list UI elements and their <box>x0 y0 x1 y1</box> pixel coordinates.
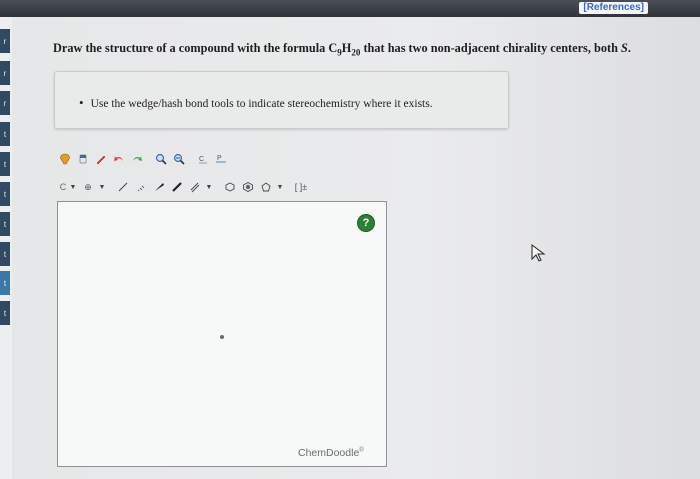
main-content: Draw the structure of a compound with th… <box>12 17 700 479</box>
references-link[interactable]: [References] <box>579 2 648 14</box>
cyclopentane-ring-icon[interactable] <box>258 179 274 195</box>
cyclopropane-ring-icon[interactable] <box>222 179 238 195</box>
nav-tab-8[interactable]: t <box>0 242 10 266</box>
instruction-box: • Use the wedge/hash bond tools to indica… <box>54 71 509 129</box>
nav-tab-4[interactable]: t <box>0 122 10 146</box>
undo-icon[interactable] <box>111 151 127 167</box>
bullet: • <box>79 95 84 110</box>
clean-icon[interactable]: C <box>195 151 211 167</box>
chevron-down-icon[interactable]: ▼ <box>276 183 284 191</box>
question-prefix: Draw the structure of a compound with th… <box>53 41 338 55</box>
mouse-cursor-icon <box>531 244 546 262</box>
registered-mark: ® <box>359 447 364 454</box>
svg-text:C: C <box>199 156 204 163</box>
nav-tab-2[interactable]: r <box>0 61 10 85</box>
zoom-out-icon[interactable] <box>171 151 187 167</box>
chevron-down-icon[interactable]: ▼ <box>69 183 77 191</box>
eraser-icon[interactable] <box>75 151 91 167</box>
nav-tab-10[interactable]: t <box>0 301 10 325</box>
nav-tab-1[interactable]: r <box>0 29 10 53</box>
brand-name: ChemDoodle <box>298 447 360 459</box>
pencil-icon[interactable] <box>93 151 109 167</box>
question-end: . <box>627 41 631 55</box>
instruction-text: Use the wedge/hash bond tools to indicat… <box>90 98 433 110</box>
canvas-center-dot <box>220 335 224 339</box>
nav-tab-3[interactable]: r <box>0 91 10 115</box>
chemdoodle-brand: ChemDoodle® <box>298 447 364 459</box>
hash-bond-icon[interactable] <box>133 179 149 195</box>
chevron-down-icon[interactable]: ▼ <box>98 183 106 191</box>
redo-icon[interactable] <box>129 151 145 167</box>
nav-tab-5[interactable]: t <box>0 152 10 176</box>
zoom-in-icon[interactable] <box>153 151 169 167</box>
formula-hydrogen: H <box>341 41 352 55</box>
instruction-item: • Use the wedge/hash bond tools to indica… <box>79 95 433 111</box>
editor-toolbar-main: C P <box>57 149 231 169</box>
atom-label-selector[interactable]: C <box>57 182 69 192</box>
bracket-tool[interactable]: [ ]± <box>293 179 309 195</box>
single-bond-icon[interactable] <box>115 179 131 195</box>
left-navigation: r r r t t t t t t t <box>0 17 12 479</box>
chevron-down-icon[interactable]: ▼ <box>205 183 213 191</box>
nav-tab-6[interactable]: t <box>0 182 10 206</box>
help-button[interactable]: ? <box>357 214 375 232</box>
nav-tab-9[interactable]: t <box>0 271 10 295</box>
periodic-table-icon[interactable]: P <box>213 151 229 167</box>
question-suffix: that has two non-adjacent chirality cent… <box>360 41 621 55</box>
benzene-ring-icon[interactable] <box>240 179 256 195</box>
double-bond-icon[interactable] <box>187 179 203 195</box>
nav-tab-7[interactable]: t <box>0 212 10 236</box>
chemdoodle-editor: C P C ▼ ⊕ ▼ ▼ ▼ []± ? ChemDoodle® <box>57 133 399 469</box>
top-bar: [References] <box>0 0 700 17</box>
lasso-icon[interactable] <box>57 151 73 167</box>
wedge-bond-icon[interactable] <box>151 179 167 195</box>
svg-text:P: P <box>217 155 222 162</box>
bold-bond-icon[interactable] <box>169 179 185 195</box>
charge-button[interactable]: ⊕ <box>80 179 96 195</box>
configuration-label: S <box>621 41 628 55</box>
question-text: Draw the structure of a compound with th… <box>53 41 693 57</box>
editor-toolbar-secondary: C ▼ ⊕ ▼ ▼ ▼ []± <box>57 177 311 197</box>
drawing-canvas[interactable]: ? ChemDoodle® <box>57 201 387 467</box>
